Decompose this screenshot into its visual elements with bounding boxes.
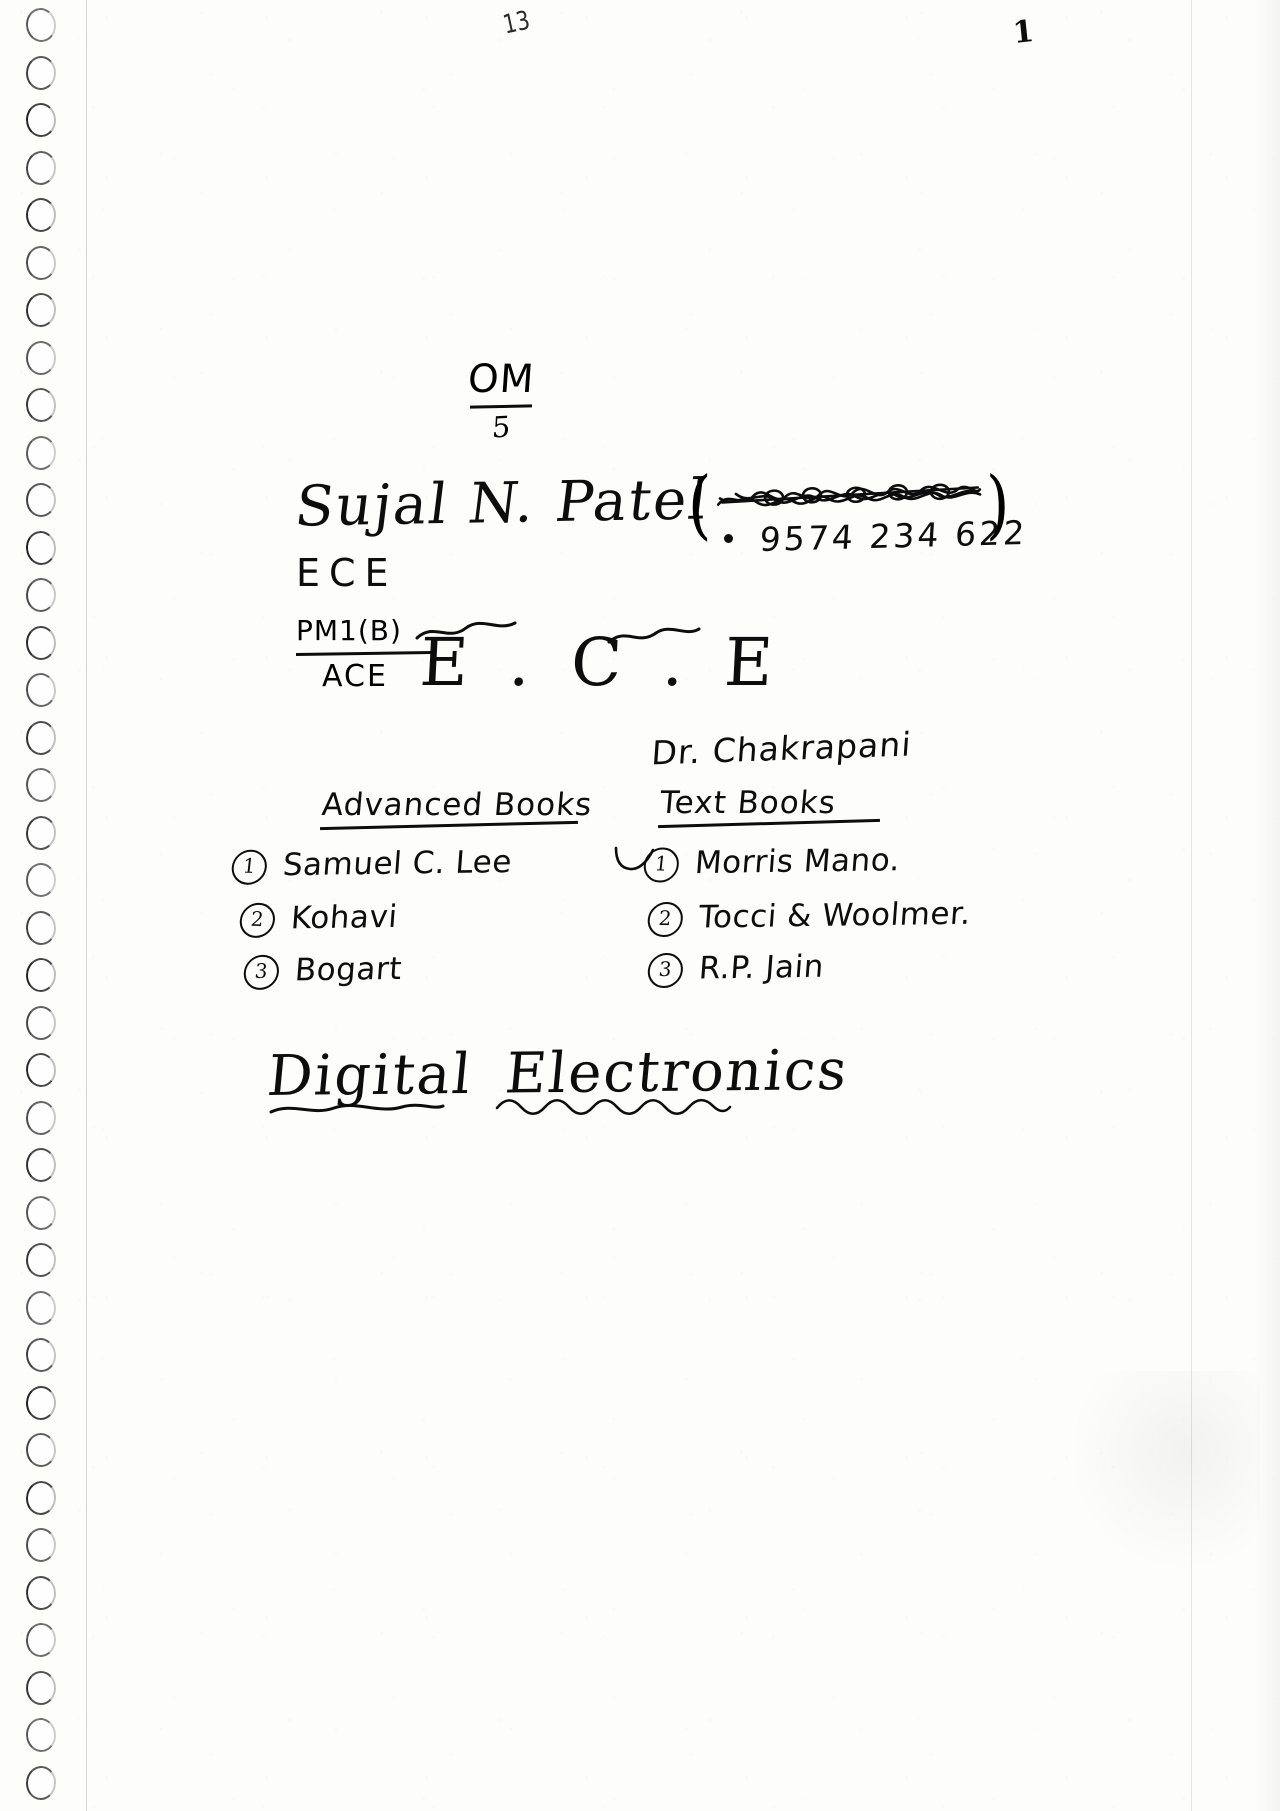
om-word: OM	[466, 357, 536, 402]
spiral-hole	[24, 1099, 58, 1136]
spiral-hole	[24, 1051, 58, 1089]
spiral-hole	[25, 719, 57, 756]
spiral-hole	[25, 1147, 57, 1183]
title-underline-right	[494, 1092, 732, 1120]
spiral-hole	[25, 577, 57, 613]
spiral-hole	[24, 814, 58, 851]
spiral-hole	[24, 434, 58, 471]
list-item-label: Morris Mano.	[693, 842, 902, 882]
om-subscript: 5	[491, 409, 512, 445]
om-underline	[470, 404, 533, 409]
spiral-hole	[25, 624, 57, 661]
subject-abbreviation: E . C . E	[418, 624, 785, 701]
spiral-hole	[26, 1005, 56, 1040]
list-item-label: Tocci & Woolmer.	[697, 895, 973, 936]
text-books-heading: Text Books	[658, 785, 838, 821]
list-item: 1 Samuel C. Lee	[229, 844, 514, 886]
batch-code-top: PM1(B)	[296, 614, 402, 647]
list-item-number: 1	[229, 849, 269, 886]
top-mark: 13	[500, 5, 533, 41]
spiral-hole	[24, 909, 58, 946]
spiral-hole	[24, 244, 58, 281]
batch-fraction: PM1(B) ACE	[295, 614, 433, 694]
spiral-hole	[24, 1764, 58, 1801]
list-item: 2 Tocci & Woolmer.	[645, 895, 973, 938]
spiral-hole	[24, 529, 58, 566]
om-invocation: OM 5	[466, 357, 536, 445]
faculty-name: Dr. Chakrapani	[650, 724, 914, 773]
student-name-text: Sujal N. Patel	[291, 467, 713, 540]
spiral-hole	[25, 1384, 57, 1421]
list-item: 3 R.P. Jain	[645, 948, 826, 989]
spiral-hole	[26, 340, 56, 375]
spiral-hole	[25, 197, 57, 233]
spiral-hole	[25, 767, 57, 803]
spiral-hole	[24, 671, 58, 709]
spiral-hole	[24, 1194, 58, 1231]
spiral-hole	[24, 386, 58, 424]
paper-texture	[0, 0, 1280, 1811]
scan-edge-shadow	[1254, 0, 1280, 1811]
spiral-hole	[25, 482, 57, 518]
spiral-hole	[24, 1574, 58, 1611]
batch-fraction-bar	[295, 651, 433, 656]
list-item-number: 1	[641, 847, 681, 883]
list-item: 3 Bogart	[241, 950, 404, 991]
batch-code-bottom: ACE	[322, 658, 388, 694]
spiral-hole	[24, 291, 58, 329]
spiral-hole	[24, 1479, 58, 1516]
list-item-number: 3	[645, 952, 685, 989]
spiral-hole	[25, 862, 57, 898]
spiral-binding	[12, 0, 76, 1811]
student-name: Sujal N. Patel	[292, 467, 713, 539]
redacted-scribble	[716, 475, 983, 514]
spiral-hole	[24, 1336, 58, 1374]
spiral-hole	[25, 1289, 57, 1326]
spiral-hole	[25, 1242, 57, 1278]
paren-open: (	[688, 461, 712, 549]
list-item-number: 2	[237, 902, 277, 939]
left-margin-rule	[86, 0, 87, 1811]
student-branch: ECE	[296, 551, 398, 595]
list-item-label: Kohavi	[289, 898, 399, 937]
advanced-books-heading: Advanced Books	[320, 787, 594, 823]
spiral-hole	[25, 54, 57, 91]
list-item-number: 2	[645, 901, 685, 938]
page-number: 1	[1011, 14, 1036, 51]
spiral-hole	[24, 956, 58, 994]
scan-smudge	[1070, 1371, 1260, 1571]
student-phone-text: 9574 234 622	[758, 513, 1029, 560]
right-margin-rule	[1191, 0, 1192, 1811]
list-item-label: R.P. Jain	[697, 948, 826, 987]
spiral-hole	[25, 1432, 57, 1468]
notebook-page-scan: 13 1 OM 5 Sujal N. Patel ( ) • 9574 234 …	[0, 0, 1280, 1811]
student-phone: • 9574 234 622	[723, 513, 1029, 560]
spiral-hole	[25, 102, 57, 138]
list-item: 1 Morris Mano.	[641, 842, 902, 883]
spiral-hole	[24, 6, 58, 44]
spiral-hole	[24, 149, 58, 186]
list-item: 2 Kohavi	[237, 898, 399, 939]
list-item-label: Bogart	[293, 950, 404, 989]
list-item-number: 3	[241, 954, 281, 991]
spiral-hole	[25, 1527, 57, 1563]
spiral-hole	[26, 1670, 56, 1705]
list-item-label: Samuel C. Lee	[281, 844, 514, 884]
spiral-hole	[24, 1621, 58, 1659]
title-underline-left	[268, 1098, 446, 1124]
spiral-hole	[24, 1716, 58, 1754]
